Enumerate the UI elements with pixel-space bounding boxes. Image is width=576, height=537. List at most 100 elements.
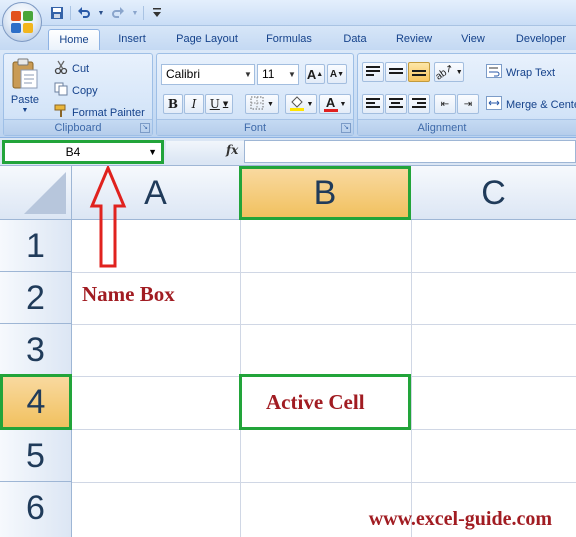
office-button[interactable] — [2, 2, 42, 42]
up-arrow-annotation-icon — [89, 166, 127, 268]
align-bottom-button[interactable] — [408, 62, 430, 82]
up-arrow-icon: ▲ — [316, 70, 324, 78]
formula-input[interactable] — [244, 140, 576, 163]
underline-label: U — [209, 97, 220, 111]
row-header-1[interactable]: 1 — [0, 220, 72, 272]
orientation-button[interactable]: ab↗ ▼ — [434, 62, 464, 82]
merge-center-button[interactable]: Merge & Center — [486, 96, 576, 113]
paint-bucket-icon — [289, 95, 305, 114]
align-right-button[interactable] — [408, 94, 430, 114]
name-box-value: B4 — [65, 145, 81, 159]
align-right-icon — [412, 98, 426, 110]
gridline — [72, 272, 576, 273]
fill-color-button[interactable]: ▼ — [285, 94, 317, 114]
chevron-down-icon: ▼ — [244, 70, 252, 79]
quick-access-toolbar: ▼ ▼ — [48, 4, 166, 22]
scissors-icon — [54, 60, 68, 77]
alignment-group: ab↗ ▼ Wrap Text ⇤ ⇥ Merge & Center Align… — [357, 53, 576, 136]
font-size-select[interactable]: 11 ▼ — [257, 64, 299, 85]
chevron-down-icon: ▼ — [306, 100, 314, 108]
borders-button[interactable]: ▼ — [245, 94, 279, 114]
title-bar: ▼ ▼ — [0, 0, 576, 26]
column-header-b[interactable]: B — [239, 166, 411, 220]
font-size-value: 11 — [262, 67, 275, 81]
name-box-annotation: Name Box — [82, 282, 175, 306]
bold-button[interactable]: B — [163, 94, 183, 114]
clipboard-group: Paste ▼ Cut Copy Format Painter Clipboar… — [3, 53, 153, 136]
align-center-button[interactable] — [385, 94, 407, 114]
column-header-c[interactable]: C — [411, 166, 576, 220]
undo-icon[interactable] — [75, 4, 93, 22]
merge-center-label: Merge & Center — [506, 98, 576, 111]
tab-insert[interactable]: Insert — [108, 29, 156, 50]
ribbon: Paste ▼ Cut Copy Format Painter Clipboar… — [0, 50, 576, 138]
alignment-group-label: Alignment — [358, 119, 576, 135]
format-painter-label: Format Painter — [72, 106, 145, 119]
align-left-icon — [366, 98, 380, 110]
wrap-text-button[interactable]: Wrap Text — [486, 64, 555, 81]
shrink-font-button[interactable]: A ▼ — [327, 64, 347, 84]
tab-home[interactable]: Home — [48, 29, 100, 50]
save-icon[interactable] — [48, 4, 66, 22]
customize-toolbar-icon[interactable] — [148, 4, 166, 22]
tab-review[interactable]: Review — [390, 29, 438, 50]
row-header-5[interactable]: 5 — [0, 430, 72, 482]
borders-icon — [250, 96, 264, 113]
grow-font-icon: A — [306, 66, 317, 82]
decrease-indent-icon: ⇤ — [440, 98, 450, 110]
redo-icon[interactable] — [109, 4, 127, 22]
active-cell-annotation: Active Cell — [266, 390, 365, 414]
font-dialog-launcher-icon[interactable]: ↘ — [341, 123, 351, 133]
shrink-font-icon: A — [329, 68, 338, 80]
grow-font-button[interactable]: A ▲ — [305, 64, 325, 84]
font-group-label: Font — [157, 119, 353, 135]
cut-button[interactable]: Cut — [54, 60, 89, 77]
font-name-select[interactable]: Calibri ▼ — [161, 64, 255, 85]
tab-developer[interactable]: Developer — [508, 29, 574, 50]
insert-function-icon[interactable]: fx — [226, 143, 238, 157]
chevron-down-icon: ▼ — [222, 100, 229, 108]
align-bottom-icon — [412, 66, 426, 78]
row-header-2[interactable]: 2 — [0, 272, 72, 324]
office-logo-icon — [11, 11, 33, 33]
paste-icon — [12, 58, 38, 89]
font-color-button[interactable]: A ▼ — [319, 94, 351, 114]
decrease-indent-button[interactable]: ⇤ — [434, 94, 456, 114]
align-left-button[interactable] — [362, 94, 384, 114]
wrap-text-label: Wrap Text — [506, 66, 556, 79]
down-arrow-icon: ▼ — [337, 70, 345, 78]
copy-button[interactable]: Copy — [54, 82, 98, 99]
row-header-6[interactable]: 6 — [0, 482, 72, 537]
ribbon-tabs: Home Insert Page Layout Formulas Data Re… — [0, 26, 576, 50]
tab-data[interactable]: Data — [336, 29, 374, 50]
undo-dropdown-icon[interactable]: ▼ — [97, 4, 105, 22]
orientation-icon: ab↗ — [433, 61, 457, 83]
toolbar-separator — [70, 6, 71, 20]
cut-label: Cut — [72, 62, 90, 75]
row-header-4[interactable]: 4 — [0, 374, 72, 430]
font-color-glyph: A — [325, 94, 336, 110]
clipboard-group-label: Clipboard — [4, 119, 152, 135]
redo-dropdown-icon[interactable]: ▼ — [131, 4, 139, 22]
tab-view[interactable]: View — [454, 29, 492, 50]
select-all-corner[interactable] — [0, 166, 72, 220]
increase-indent-icon: ⇥ — [463, 98, 473, 110]
increase-indent-button[interactable]: ⇥ — [457, 94, 479, 114]
alignment-label-text: Alignment — [417, 122, 467, 134]
name-box[interactable]: B4 ▼ — [2, 140, 164, 164]
font-name-value: Calibri — [166, 67, 201, 81]
chevron-down-icon: ▼ — [455, 68, 463, 76]
align-center-icon — [389, 98, 403, 110]
paste-button[interactable]: Paste ▼ — [10, 58, 40, 114]
select-all-triangle-icon — [24, 172, 66, 214]
tab-page-layout[interactable]: Page Layout — [168, 29, 246, 50]
align-middle-button[interactable] — [385, 62, 407, 82]
underline-button[interactable]: U ▼ — [205, 94, 233, 114]
align-top-button[interactable] — [362, 62, 384, 82]
clipboard-dialog-launcher-icon[interactable]: ↘ — [140, 123, 150, 133]
copy-label: Copy — [72, 84, 98, 97]
chevron-down-icon: ▼ — [267, 100, 274, 108]
row-header-3[interactable]: 3 — [0, 324, 72, 376]
italic-button[interactable]: I — [184, 94, 204, 114]
tab-formulas[interactable]: Formulas — [258, 29, 320, 50]
